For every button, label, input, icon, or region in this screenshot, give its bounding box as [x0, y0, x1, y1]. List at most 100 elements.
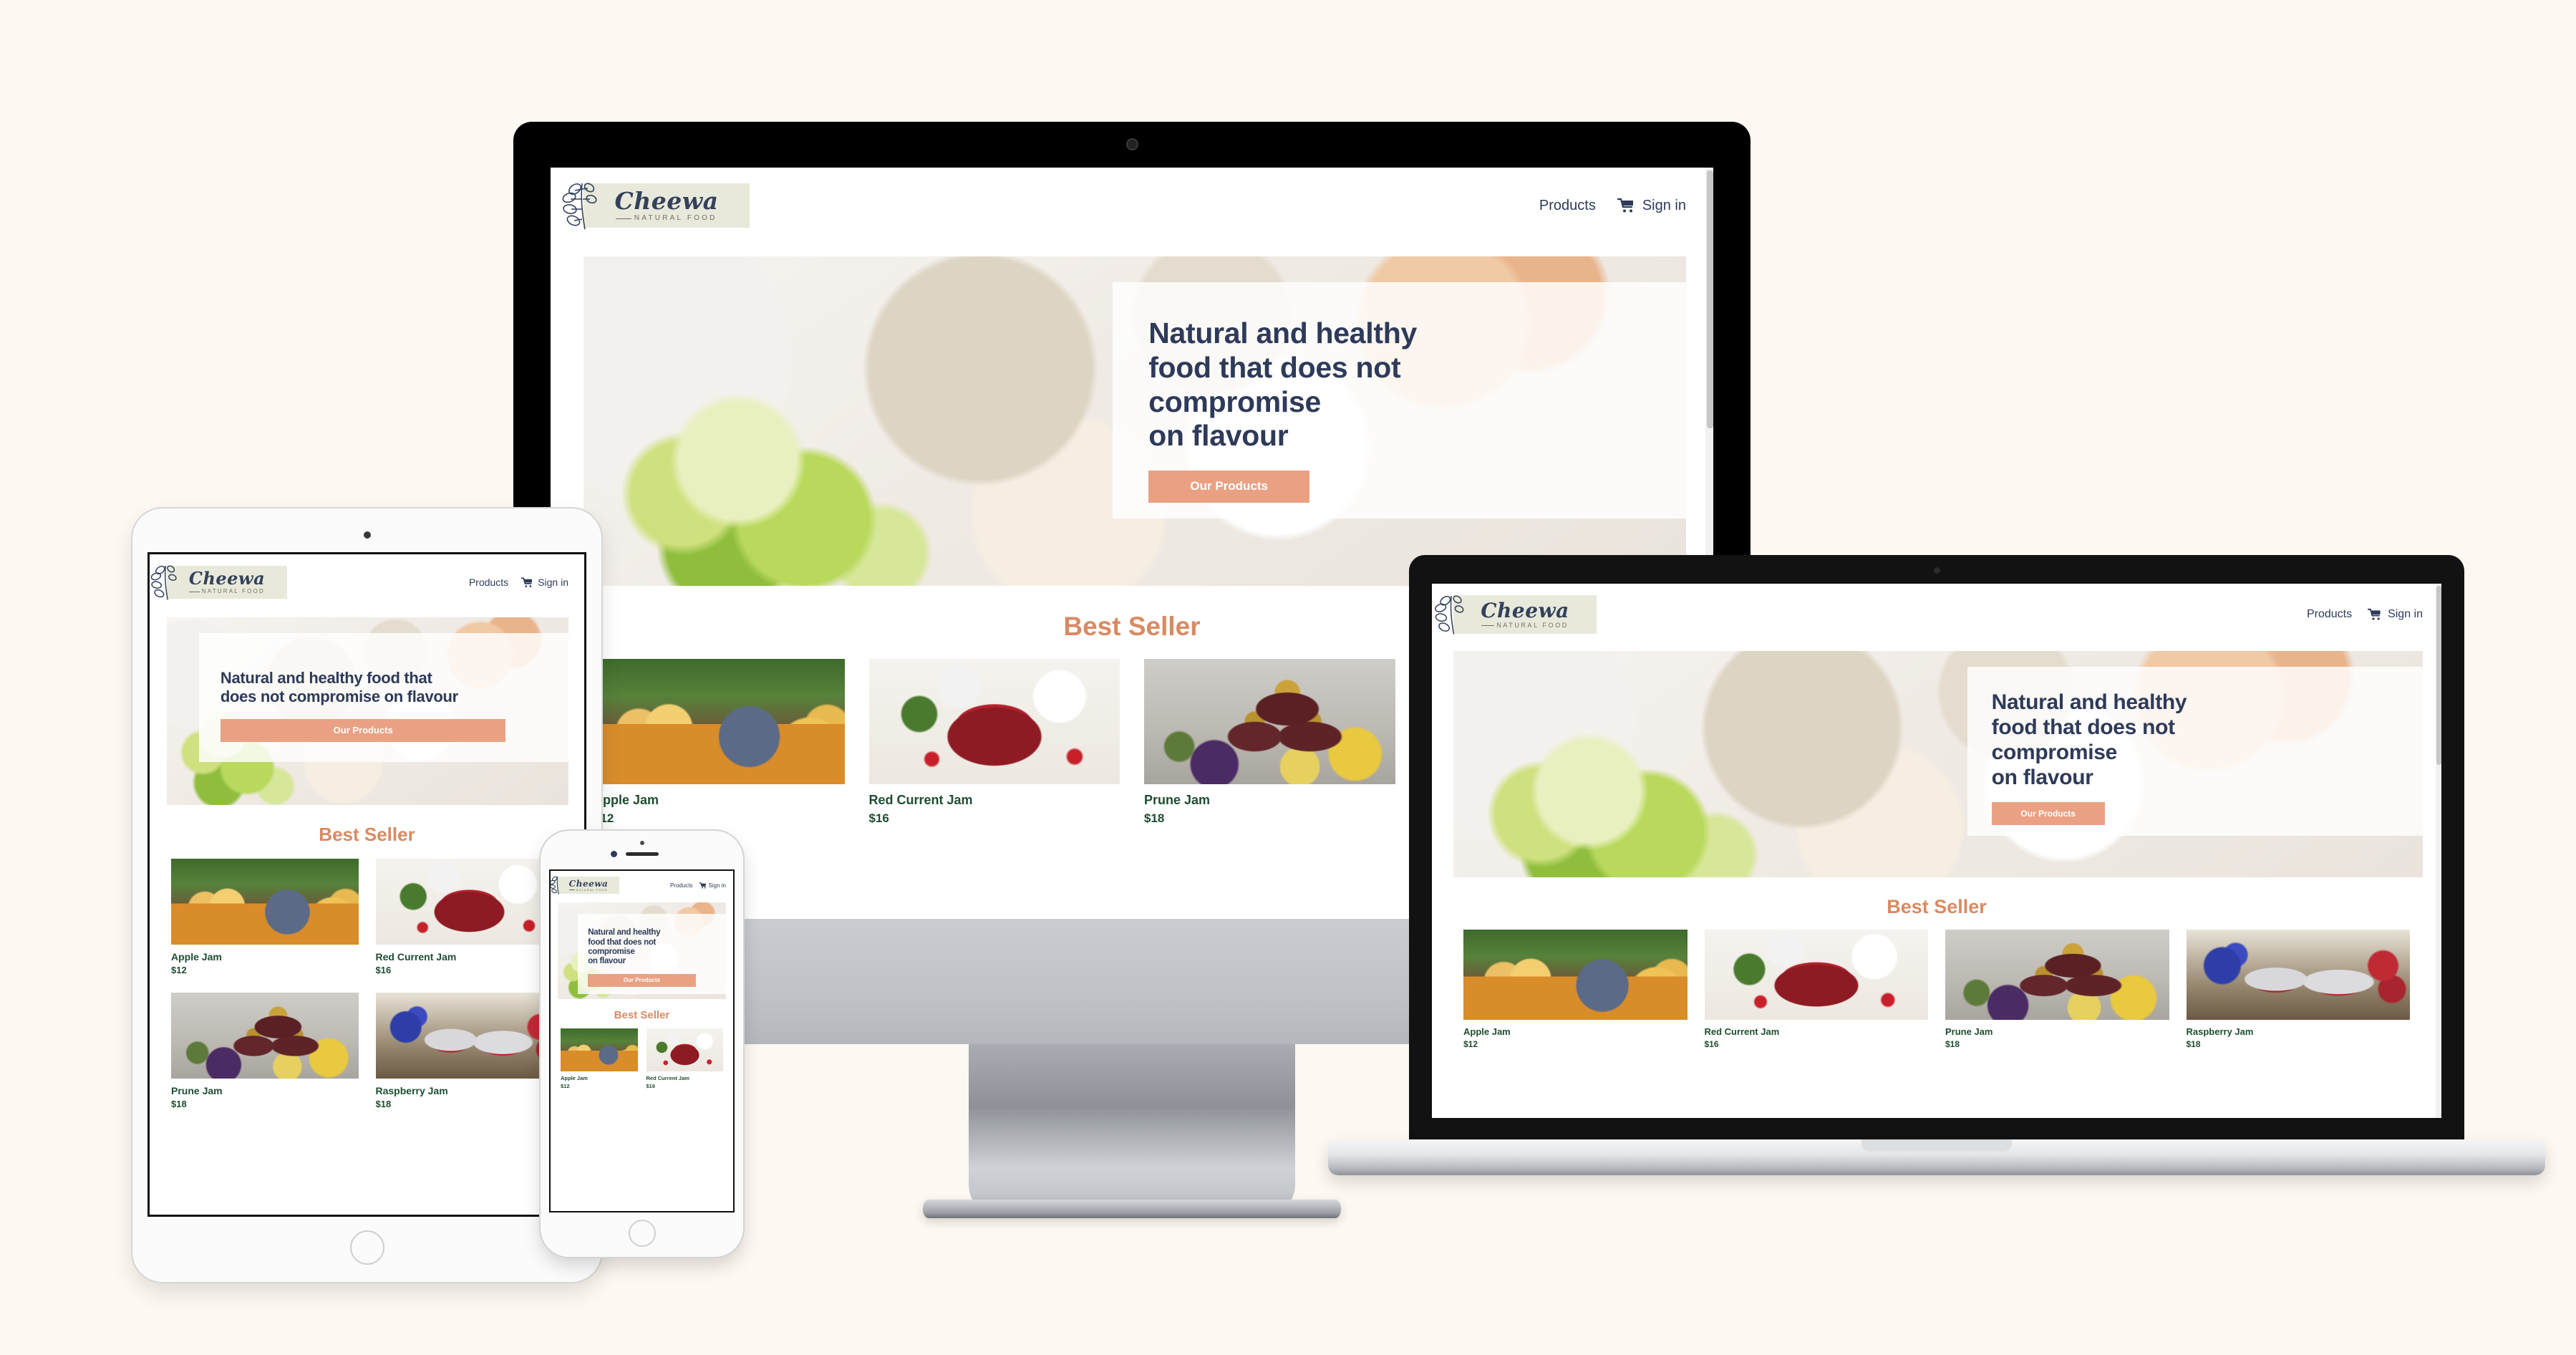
product-card[interactable]: Apple Jam $12 — [1463, 930, 1688, 1049]
product-card[interactable]: Prune Jam $18 — [171, 993, 359, 1109]
brand-logo[interactable]: Cheewa NATURAL FOOD — [551, 876, 619, 895]
product-card[interactable]: Red Current Jam $16 — [646, 1028, 723, 1089]
product-name: Raspberry Jam — [375, 1085, 448, 1096]
product-name: Raspberry Jam — [2186, 1026, 2254, 1037]
product-price: $18 — [375, 1099, 392, 1109]
leaf-sprig-icon — [551, 876, 559, 895]
nav-links: Products Sign in — [670, 882, 726, 889]
hero-text-panel: Natural and healthy food that does not c… — [1113, 282, 1686, 519]
site-navbar: Cheewa NATURAL FOOD Products Sign in — [1432, 584, 2441, 642]
macbook-base — [1328, 1139, 2545, 1175]
ipad-home-button[interactable] — [349, 1230, 384, 1265]
hero-banner: Natural and healthy food that does not c… — [167, 617, 568, 805]
iphone-camera-icon — [610, 851, 617, 857]
product-image — [1704, 930, 1928, 1020]
tagline-dash — [1481, 625, 1495, 626]
imac-stand-neck — [969, 1044, 1295, 1217]
product-image — [646, 1028, 723, 1071]
our-products-button[interactable]: Our Products — [220, 718, 506, 742]
shopping-cart-icon[interactable] — [699, 882, 707, 889]
product-image — [171, 859, 359, 945]
product-price: $16 — [1704, 1039, 1719, 1049]
website-phone-view: Cheewa NATURAL FOOD Products Sign in Nat… — [551, 871, 733, 1211]
product-image — [2186, 930, 2410, 1020]
macbook-lid: Cheewa NATURAL FOOD Products Sign in Nat… — [1409, 555, 2464, 1139]
hero-headline: Natural and healthy food that does not c… — [588, 928, 661, 966]
product-image — [561, 1028, 638, 1071]
our-products-button[interactable]: Our Products — [588, 973, 696, 987]
product-price: $12 — [594, 811, 614, 825]
product-card[interactable]: Apple Jam $12 — [594, 659, 845, 826]
iphone-speaker-grille — [625, 852, 659, 856]
shopping-cart-icon[interactable] — [521, 577, 533, 588]
hero-banner: Natural and healthy food that does not c… — [558, 902, 726, 999]
product-card[interactable]: Red Current Jam $16 — [375, 859, 563, 975]
nav-signin-link[interactable]: Sign in — [538, 577, 568, 588]
product-image — [594, 659, 845, 784]
tagline-dash — [569, 889, 576, 890]
nav-signin-link[interactable]: Sign in — [2388, 608, 2423, 621]
product-card[interactable]: Apple Jam $12 — [561, 1028, 638, 1089]
product-image — [1945, 930, 2169, 1020]
nav-products-link[interactable]: Products — [2307, 608, 2352, 621]
product-card[interactable]: Red Current Jam $16 — [868, 659, 1120, 826]
our-products-button[interactable]: Our Products — [1148, 470, 1310, 503]
product-image — [1463, 930, 1688, 1020]
leaf-sprig-icon — [562, 183, 597, 230]
best-seller-grid: Apple Jam $12 Red Current Jam $16 Prune … — [150, 859, 584, 1109]
best-seller-title: Best Seller — [319, 824, 415, 845]
shopping-cart-icon[interactable] — [1617, 198, 1635, 213]
iphone-body: Cheewa NATURAL FOOD Products Sign in Nat… — [541, 831, 743, 1257]
website-tablet-view: Cheewa NATURAL FOOD Products Sign in Nat… — [150, 554, 584, 1215]
nav-products-link[interactable]: Products — [670, 882, 693, 889]
our-products-button[interactable]: Our Products — [1991, 801, 2105, 825]
nav-products-link[interactable]: Products — [469, 577, 508, 588]
product-card[interactable]: Prune Jam $18 — [1945, 930, 2169, 1049]
shopping-cart-icon[interactable] — [2368, 608, 2382, 621]
leaf-sprig-icon — [151, 565, 178, 600]
product-image — [171, 993, 359, 1079]
best-seller-title: Best Seller — [614, 1009, 670, 1021]
brand-name: Cheewa — [614, 187, 719, 215]
hero-headline: Natural and healthy food that does not c… — [220, 669, 458, 705]
nav-signin-link[interactable]: Sign in — [1642, 198, 1686, 214]
brand-tagline: NATURAL FOOD — [1481, 622, 1569, 629]
product-name: Prune Jam — [1945, 1026, 1993, 1037]
best-seller-title: Best Seller — [1887, 896, 1987, 917]
product-price: $12 — [561, 1083, 570, 1089]
product-price: $18 — [2186, 1039, 2201, 1049]
nav-products-link[interactable]: Products — [1539, 198, 1596, 214]
hero-text-panel: Natural and healthy food that does not c… — [198, 633, 568, 762]
scrollbar-track[interactable] — [2436, 584, 2441, 1118]
product-price: $12 — [1463, 1039, 1478, 1049]
hero-headline: Natural and healthy food that does not c… — [1991, 690, 2187, 789]
scrollbar-thumb[interactable] — [1707, 170, 1713, 428]
product-image — [375, 859, 563, 945]
website-laptop-view: Cheewa NATURAL FOOD Products Sign in Nat… — [1432, 584, 2441, 1118]
iphone-home-button[interactable] — [628, 1220, 656, 1247]
brand-tagline: NATURAL FOOD — [616, 215, 717, 222]
brand-logo[interactable]: Cheewa NATURAL FOOD — [151, 565, 287, 600]
iphone-screen: Cheewa NATURAL FOOD Products Sign in Nat… — [551, 871, 733, 1211]
product-card[interactable]: Apple Jam $12 — [171, 859, 359, 975]
macbook-screen: Cheewa NATURAL FOOD Products Sign in Nat… — [1432, 584, 2441, 1118]
product-price: $12 — [171, 965, 187, 975]
brand-tagline: NATURAL FOOD — [189, 589, 265, 594]
ipad-body: Cheewa NATURAL FOOD Products Sign in Nat… — [132, 508, 601, 1282]
brand-logo[interactable]: Cheewa NATURAL FOOD — [562, 183, 750, 230]
product-price: $18 — [171, 1099, 187, 1109]
tablet-ipad-mockup: Cheewa NATURAL FOOD Products Sign in Nat… — [132, 508, 601, 1282]
product-name: Red Current Jam — [868, 793, 973, 807]
scrollbar-thumb[interactable] — [2436, 586, 2441, 765]
product-price: $16 — [375, 965, 392, 975]
product-card[interactable]: Red Current Jam $16 — [1704, 930, 1928, 1049]
ipad-camera-icon — [363, 531, 371, 539]
product-card[interactable]: Raspberry Jam $18 — [375, 993, 563, 1109]
laptop-macbook-mockup: Cheewa NATURAL FOOD Products Sign in Nat… — [1328, 555, 2545, 1203]
nav-signin-link[interactable]: Sign in — [709, 882, 726, 889]
product-card[interactable]: Raspberry Jam $18 — [2186, 930, 2410, 1049]
brand-logo[interactable]: Cheewa NATURAL FOOD — [1435, 595, 1597, 635]
product-name: Red Current Jam — [1704, 1026, 1780, 1037]
hero-text-panel: Natural and healthy food that does not c… — [578, 914, 726, 994]
tagline-dash — [616, 218, 632, 219]
